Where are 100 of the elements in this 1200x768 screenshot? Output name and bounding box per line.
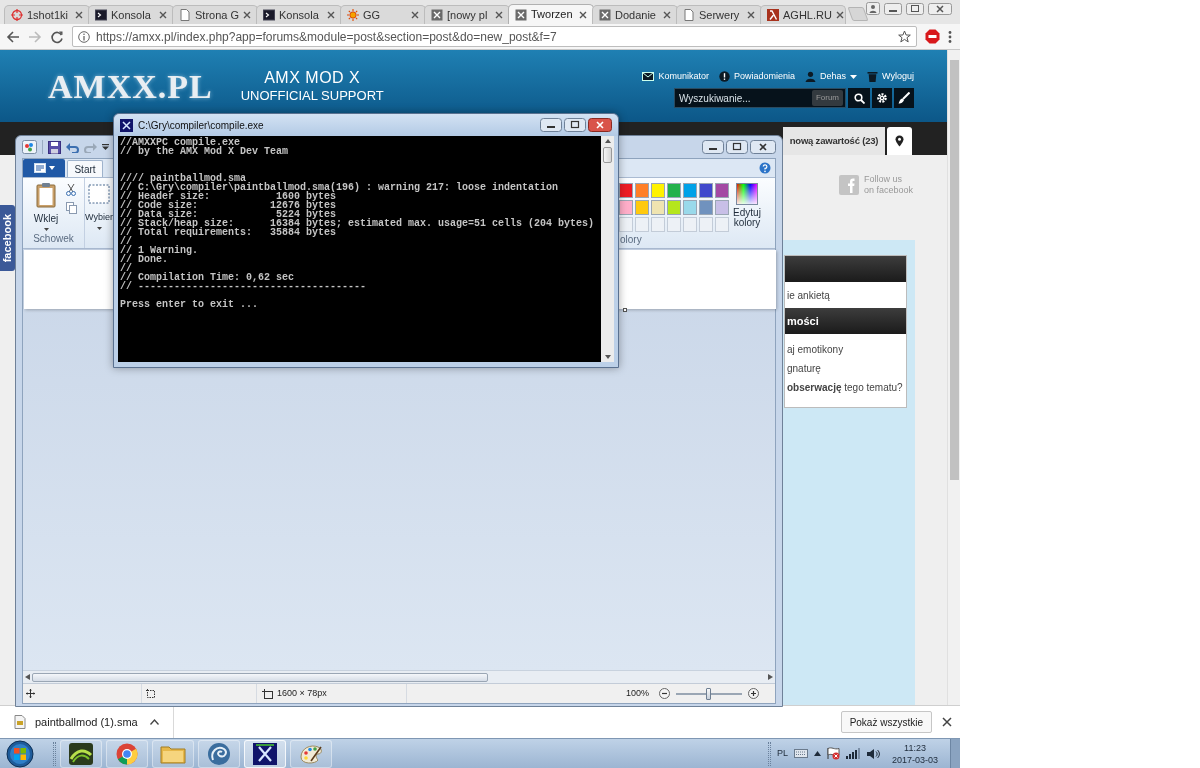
- minimize-icon[interactable]: [540, 118, 562, 132]
- user-link[interactable]: Powiadomienia: [734, 69, 796, 84]
- minimize-icon[interactable]: [702, 140, 724, 154]
- search-button[interactable]: [848, 88, 870, 109]
- browser-tab[interactable]: Tworzen: [508, 4, 594, 24]
- close-icon[interactable]: [495, 11, 503, 19]
- color-swatch[interactable]: [635, 183, 649, 198]
- star-icon[interactable]: [898, 30, 911, 43]
- close-icon[interactable]: [579, 10, 587, 19]
- color-swatch[interactable]: [715, 183, 729, 198]
- close-icon[interactable]: [835, 11, 844, 19]
- browser-tab[interactable]: [nowy pl: [424, 5, 510, 24]
- vertical-scrollbar[interactable]: [601, 136, 614, 362]
- show-all-button[interactable]: Pokaż wszystkie: [840, 711, 932, 733]
- caret-icon[interactable]: [850, 74, 858, 79]
- browser-tab[interactable]: Strona G: [172, 5, 258, 24]
- close-icon[interactable]: [159, 11, 167, 19]
- empty-swatch[interactable]: [683, 217, 697, 232]
- close-icon[interactable]: [750, 140, 776, 154]
- page-scrollbar[interactable]: [947, 50, 960, 705]
- maximize-icon[interactable]: [564, 118, 586, 132]
- undo-icon[interactable]: [66, 141, 79, 153]
- speaker-icon[interactable]: [865, 747, 880, 760]
- start-button-icon[interactable]: [6, 739, 34, 768]
- color-swatch[interactable]: [619, 183, 633, 198]
- scrollbar-thumb[interactable]: [32, 672, 488, 682]
- color-swatch[interactable]: [667, 200, 681, 215]
- browser-tab[interactable]: GG: [340, 5, 426, 24]
- select-button[interactable]: Wybier: [85, 184, 113, 230]
- caret-up-icon[interactable]: [149, 719, 159, 725]
- browser-tab[interactable]: Konsola: [88, 5, 174, 24]
- empty-swatch[interactable]: [651, 217, 665, 232]
- copy-icon[interactable]: [66, 202, 77, 214]
- color-swatch[interactable]: [651, 183, 665, 198]
- search-field[interactable]: Wyszukiwanie... Forum: [674, 88, 846, 109]
- file-menu-button[interactable]: [23, 159, 65, 177]
- edit-colors-button[interactable]: Edytuj kolory: [732, 183, 762, 232]
- empty-swatch[interactable]: [619, 217, 633, 232]
- menu-icon[interactable]: [948, 29, 952, 44]
- save-icon[interactable]: [48, 140, 61, 154]
- user-link[interactable]: Dehas: [820, 69, 847, 84]
- panel-option[interactable]: gnaturę: [787, 361, 821, 376]
- zoom-in-icon[interactable]: [748, 688, 759, 699]
- scissors-icon[interactable]: [66, 184, 76, 196]
- caret-icon[interactable]: [102, 144, 109, 150]
- color-swatch[interactable]: [683, 183, 697, 198]
- resize-handle[interactable]: [623, 308, 627, 312]
- color-swatch[interactable]: [683, 200, 697, 215]
- download-file-name[interactable]: paintballmod (1).sma: [35, 713, 138, 731]
- maximize-icon[interactable]: [906, 2, 924, 15]
- close-icon[interactable]: [411, 11, 419, 19]
- site-logo[interactable]: AMXX.PL: [48, 60, 213, 112]
- paint-app-icon[interactable]: [22, 140, 37, 154]
- signal-icon[interactable]: [845, 748, 860, 759]
- language-indicator[interactable]: PL: [776, 746, 788, 761]
- zoom-out-icon[interactable]: [659, 688, 670, 699]
- color-swatch[interactable]: [651, 200, 665, 215]
- flag-icon[interactable]: [826, 747, 840, 760]
- color-swatch[interactable]: [699, 183, 713, 198]
- clock[interactable]: 11:23 2017-03-03: [891, 741, 938, 766]
- close-icon[interactable]: [747, 11, 755, 19]
- taskbar-button[interactable]: [60, 739, 102, 768]
- taskbar-button[interactable]: [244, 739, 286, 768]
- close-icon[interactable]: [942, 717, 952, 727]
- panel-option[interactable]: aj emotikony: [787, 342, 844, 357]
- user-link[interactable]: Komunikator: [658, 69, 709, 84]
- empty-swatch[interactable]: [715, 217, 729, 232]
- address-field[interactable]: https://amxx.pl/index.php?app=forums&module=post&section=post&do=new_post&f=7: [72, 26, 917, 47]
- panel-option[interactable]: obserwację tego tematu?: [787, 380, 903, 395]
- panel-option[interactable]: ie ankietą: [787, 287, 830, 303]
- scroll-up-icon[interactable]: [604, 139, 611, 143]
- browser-tab[interactable]: Konsola: [256, 5, 342, 24]
- stop-sign-icon[interactable]: [925, 29, 940, 44]
- color-swatch[interactable]: [667, 183, 681, 198]
- slider-thumb[interactable]: [706, 687, 711, 700]
- facebook-tab[interactable]: facebook: [0, 205, 15, 271]
- horizontal-scrollbar[interactable]: [23, 670, 775, 683]
- help-icon[interactable]: [759, 162, 771, 174]
- back-icon[interactable]: [6, 29, 20, 44]
- scrollbar-thumb[interactable]: [949, 60, 959, 480]
- location-button[interactable]: [887, 127, 912, 155]
- minimize-icon[interactable]: [884, 2, 902, 15]
- color-swatch[interactable]: [715, 200, 729, 215]
- ribbon-tab[interactable]: Start: [67, 160, 103, 177]
- color-swatch[interactable]: [699, 200, 713, 215]
- browser-tab[interactable]: Serwery: [676, 5, 762, 24]
- close-icon[interactable]: [243, 11, 252, 19]
- empty-swatch[interactable]: [699, 217, 713, 232]
- browser-tab[interactable]: Dodanie: [592, 5, 678, 24]
- close-icon[interactable]: [327, 11, 335, 19]
- scroll-left-icon[interactable]: [25, 674, 30, 680]
- user-icon[interactable]: [866, 2, 880, 15]
- brush-button[interactable]: [894, 88, 914, 109]
- close-icon[interactable]: [663, 11, 671, 19]
- scroll-right-icon[interactable]: [768, 674, 773, 680]
- keyboard-icon[interactable]: [793, 749, 808, 758]
- maximize-icon[interactable]: [726, 140, 748, 154]
- user-link[interactable]: Wyloguj: [882, 69, 914, 84]
- color-swatch[interactable]: [635, 200, 649, 215]
- empty-swatch[interactable]: [635, 217, 649, 232]
